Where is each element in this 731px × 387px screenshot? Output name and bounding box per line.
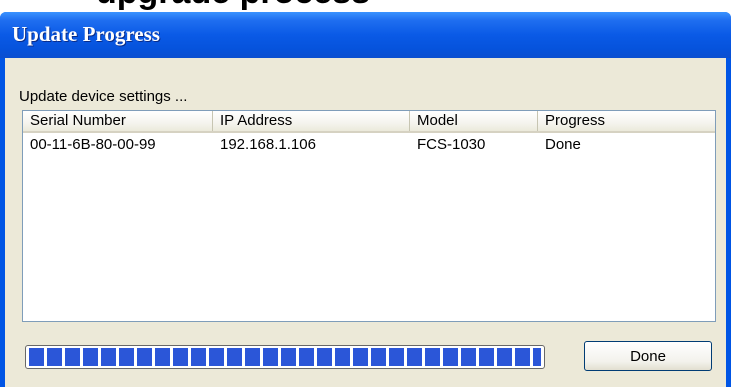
column-header-serial-number[interactable]: Serial Number: [23, 111, 213, 131]
page-heading: upgrade process: [96, 0, 370, 12]
device-list[interactable]: Serial Number IP Address Model Progress …: [22, 110, 716, 322]
progress-cell: Done: [545, 136, 581, 153]
update-progress-window: Update Progress Update device settings .…: [0, 12, 731, 387]
table-row[interactable]: 00-11-6B-80-00-99 192.168.1.106 FCS-1030…: [23, 135, 715, 155]
column-header-model[interactable]: Model: [410, 111, 538, 131]
window-title: Update Progress: [12, 22, 160, 46]
list-header: Serial Number IP Address Model Progress: [23, 111, 715, 133]
ip-address-cell: 192.168.1.106: [220, 136, 316, 153]
title-bar[interactable]: Update Progress: [0, 12, 731, 58]
progress-bar: [25, 345, 545, 369]
dialog-body: Update device settings ... Serial Number…: [5, 58, 726, 387]
column-header-ip-address[interactable]: IP Address: [213, 111, 410, 131]
serial-number-cell: 00-11-6B-80-00-99: [30, 136, 156, 153]
model-cell: FCS-1030: [417, 136, 486, 153]
done-button[interactable]: Done: [584, 341, 712, 371]
column-header-progress[interactable]: Progress: [538, 111, 715, 131]
status-text: Update device settings ...: [19, 88, 188, 105]
progress-fill: [29, 348, 541, 366]
